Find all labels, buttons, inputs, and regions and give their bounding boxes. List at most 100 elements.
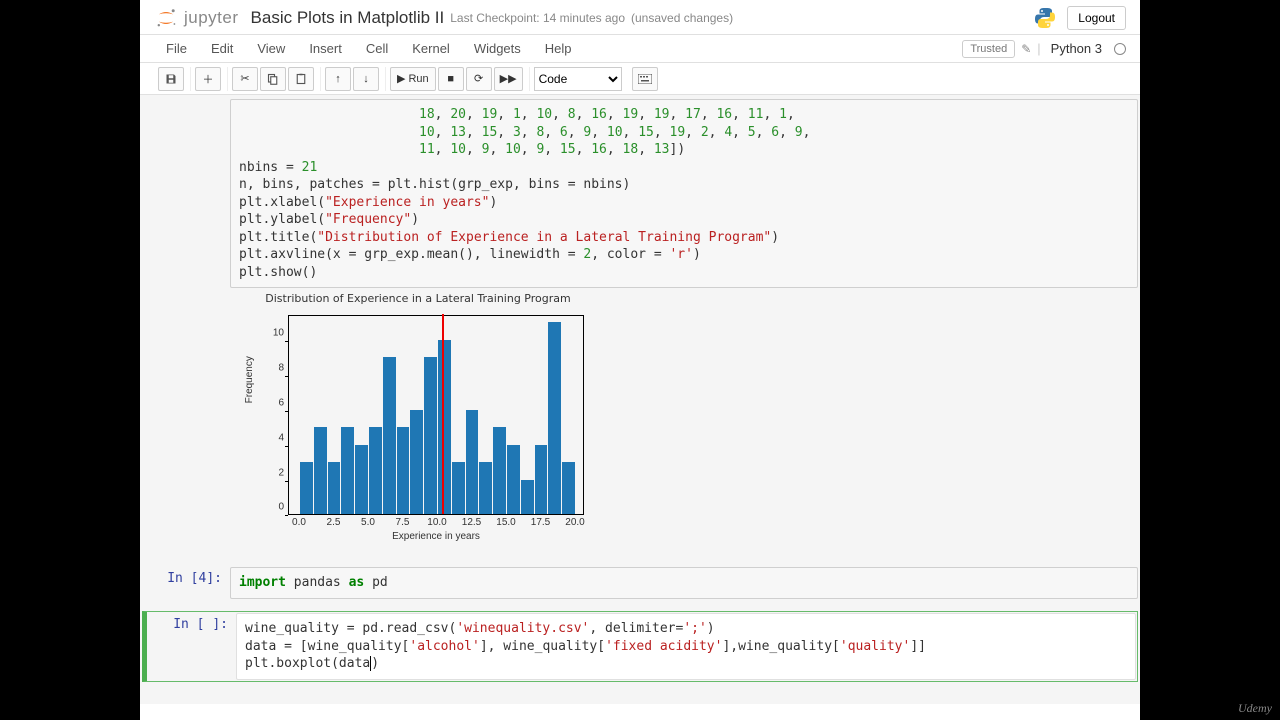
interrupt-button[interactable]: ■ <box>438 67 464 91</box>
histogram-bar <box>479 462 492 514</box>
jupyter-logo[interactable]: jupyter <box>154 6 239 30</box>
menu-insert[interactable]: Insert <box>297 37 354 60</box>
command-palette-button[interactable] <box>632 67 658 91</box>
code-cell[interactable]: In [4]: import pandas as pd <box>142 567 1138 599</box>
paste-icon <box>295 73 307 85</box>
y-tick-label: 4 <box>258 432 284 443</box>
histogram-bar <box>507 445 520 515</box>
celltype-select[interactable]: Code <box>534 67 622 91</box>
x-tick-label: 7.5 <box>396 517 410 528</box>
plus-icon: ＋ <box>203 71 214 87</box>
menu-edit[interactable]: Edit <box>199 37 245 60</box>
stop-icon: ■ <box>447 73 454 85</box>
paste-button[interactable] <box>288 67 314 91</box>
toolbar: ＋ ✂ ↑ ↓ ▶Run ■ ⟳ ▶▶ Code <box>140 63 1140 95</box>
notebook-container: 18, 20, 19, 1, 10, 8, 16, 19, 19, 17, 16… <box>140 95 1140 704</box>
move-up-button[interactable]: ↑ <box>325 67 351 91</box>
x-tick-label: 10.0 <box>427 517 446 528</box>
histogram-bar <box>535 445 548 515</box>
scissors-icon: ✂ <box>240 72 249 85</box>
jupyter-logo-text: jupyter <box>184 8 239 28</box>
cell-prompt: In [4]: <box>142 567 230 599</box>
play-icon: ▶ <box>397 72 405 85</box>
histogram-bar <box>424 357 437 514</box>
udemy-watermark: Udemy <box>1238 701 1272 716</box>
restart-button[interactable]: ⟳ <box>466 67 492 91</box>
run-label: Run <box>408 73 428 85</box>
unsaved-text: (unsaved changes) <box>631 11 733 25</box>
chart-title: Distribution of Experience in a Lateral … <box>238 292 598 305</box>
code-editor[interactable]: 18, 20, 19, 1, 10, 8, 16, 19, 19, 17, 16… <box>230 99 1138 288</box>
menu-cell[interactable]: Cell <box>354 37 400 60</box>
run-button[interactable]: ▶Run <box>390 67 436 91</box>
histogram-bar <box>328 462 341 514</box>
add-cell-button[interactable]: ＋ <box>195 67 221 91</box>
copy-icon <box>267 73 279 85</box>
menubar: File Edit View Insert Cell Kernel Widget… <box>140 35 1140 63</box>
keyboard-icon <box>638 74 652 84</box>
menu-kernel[interactable]: Kernel <box>400 37 462 60</box>
logout-button[interactable]: Logout <box>1067 6 1126 30</box>
jupyter-icon <box>154 6 178 30</box>
kernel-indicator-icon <box>1114 43 1126 55</box>
x-tick-label: 15.0 <box>496 517 515 528</box>
restart-icon: ⟳ <box>474 72 483 85</box>
cut-button[interactable]: ✂ <box>232 67 258 91</box>
trusted-badge[interactable]: Trusted <box>962 40 1015 58</box>
menu-file[interactable]: File <box>154 37 199 60</box>
pencil-icon[interactable]: ✎ <box>1021 42 1031 56</box>
menu-help[interactable]: Help <box>533 37 584 60</box>
histogram-bar <box>548 322 561 514</box>
notebook-title[interactable]: Basic Plots in Matplotlib II <box>251 8 445 28</box>
x-tick-label: 12.5 <box>462 517 481 528</box>
x-tick-label: 0.0 <box>292 517 306 528</box>
histogram-bar <box>341 427 354 514</box>
y-axis-label: Frequency <box>244 357 255 404</box>
histogram-chart: Distribution of Experience in a Lateral … <box>238 292 598 547</box>
x-tick-label: 5.0 <box>361 517 375 528</box>
save-icon <box>165 73 177 85</box>
histogram-bar <box>314 427 327 514</box>
histogram-bar <box>383 357 396 514</box>
x-tick-label: 2.5 <box>327 517 341 528</box>
code-cell[interactable]: 18, 20, 19, 1, 10, 8, 16, 19, 19, 17, 16… <box>142 99 1138 555</box>
x-tick-label: 20.0 <box>565 517 584 528</box>
y-tick-label: 8 <box>258 362 284 373</box>
save-button[interactable] <box>158 67 184 91</box>
copy-button[interactable] <box>260 67 286 91</box>
move-down-button[interactable]: ↓ <box>353 67 379 91</box>
histogram-bar <box>355 445 368 515</box>
restart-run-all-button[interactable]: ▶▶ <box>494 67 523 91</box>
histogram-bar <box>493 427 506 514</box>
histogram-bar <box>452 462 465 514</box>
checkpoint-text: Last Checkpoint: 14 minutes ago <box>450 11 625 25</box>
x-tick-label: 17.5 <box>531 517 550 528</box>
code-cell-selected[interactable]: In [ ]: wine_quality = pd.read_csv('wine… <box>142 611 1138 682</box>
histogram-bar <box>521 480 534 515</box>
y-tick-label: 6 <box>258 397 284 408</box>
cell-output: Distribution of Experience in a Lateral … <box>230 288 1138 555</box>
cell-prompt: In [ ]: <box>148 613 236 680</box>
arrow-down-icon: ↓ <box>363 73 369 85</box>
code-editor[interactable]: import pandas as pd <box>230 567 1138 599</box>
y-tick-label: 2 <box>258 467 284 478</box>
y-tick-label: 10 <box>258 327 284 338</box>
histogram-bar <box>369 427 382 514</box>
x-axis-label: Experience in years <box>392 531 480 542</box>
fast-forward-icon: ▶▶ <box>500 72 517 85</box>
cell-prompt <box>142 99 230 555</box>
histogram-bar <box>397 427 410 514</box>
histogram-bar <box>562 462 575 514</box>
kernel-name[interactable]: Python 3 <box>1047 41 1106 56</box>
notebook-header: jupyter Basic Plots in Matplotlib II Las… <box>140 0 1140 35</box>
mean-vline <box>442 314 444 514</box>
histogram-bar <box>466 410 479 515</box>
code-editor[interactable]: wine_quality = pd.read_csv('winequality.… <box>236 613 1136 680</box>
python-icon <box>1033 6 1057 30</box>
histogram-bar <box>438 340 451 515</box>
arrow-up-icon: ↑ <box>335 73 341 85</box>
histogram-bar <box>300 462 313 514</box>
menu-view[interactable]: View <box>245 37 297 60</box>
y-tick-label: 0 <box>258 502 284 513</box>
menu-widgets[interactable]: Widgets <box>462 37 533 60</box>
